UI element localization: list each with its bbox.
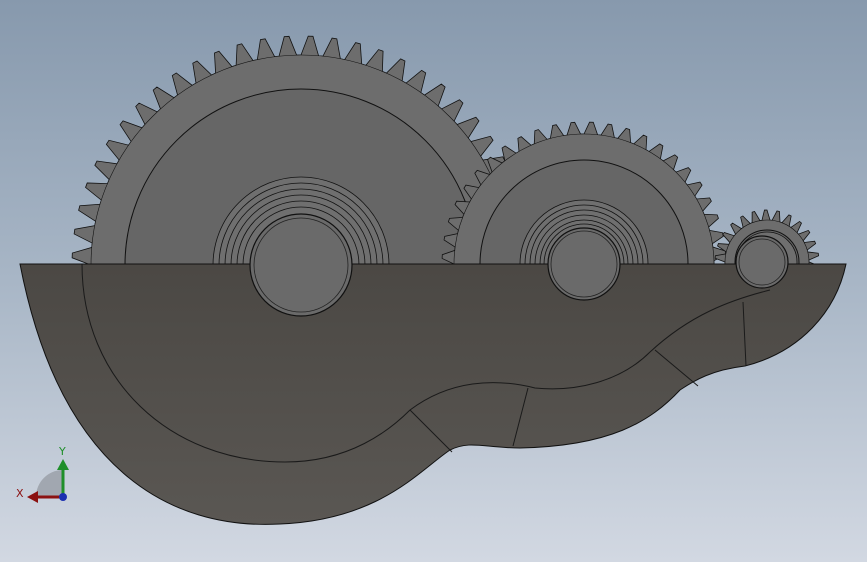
triad-x-arrow <box>27 491 38 503</box>
triad-y-label: Y <box>58 445 66 458</box>
triad-z-axis <box>59 493 67 501</box>
cad-scene[interactable]: Y X <box>0 0 867 562</box>
triad-x-label: X <box>16 487 24 500</box>
housing-body <box>19 263 847 525</box>
graphics-viewport[interactable]: Y X <box>0 0 867 562</box>
small-shaft[interactable] <box>735 235 789 289</box>
medium-shaft[interactable] <box>547 227 621 301</box>
triad-xy-plane <box>36 470 63 497</box>
triad-y-arrow <box>57 459 69 470</box>
large-shaft[interactable] <box>249 213 353 317</box>
gear-housing[interactable] <box>19 263 847 525</box>
orientation-triad: Y X <box>16 445 69 503</box>
